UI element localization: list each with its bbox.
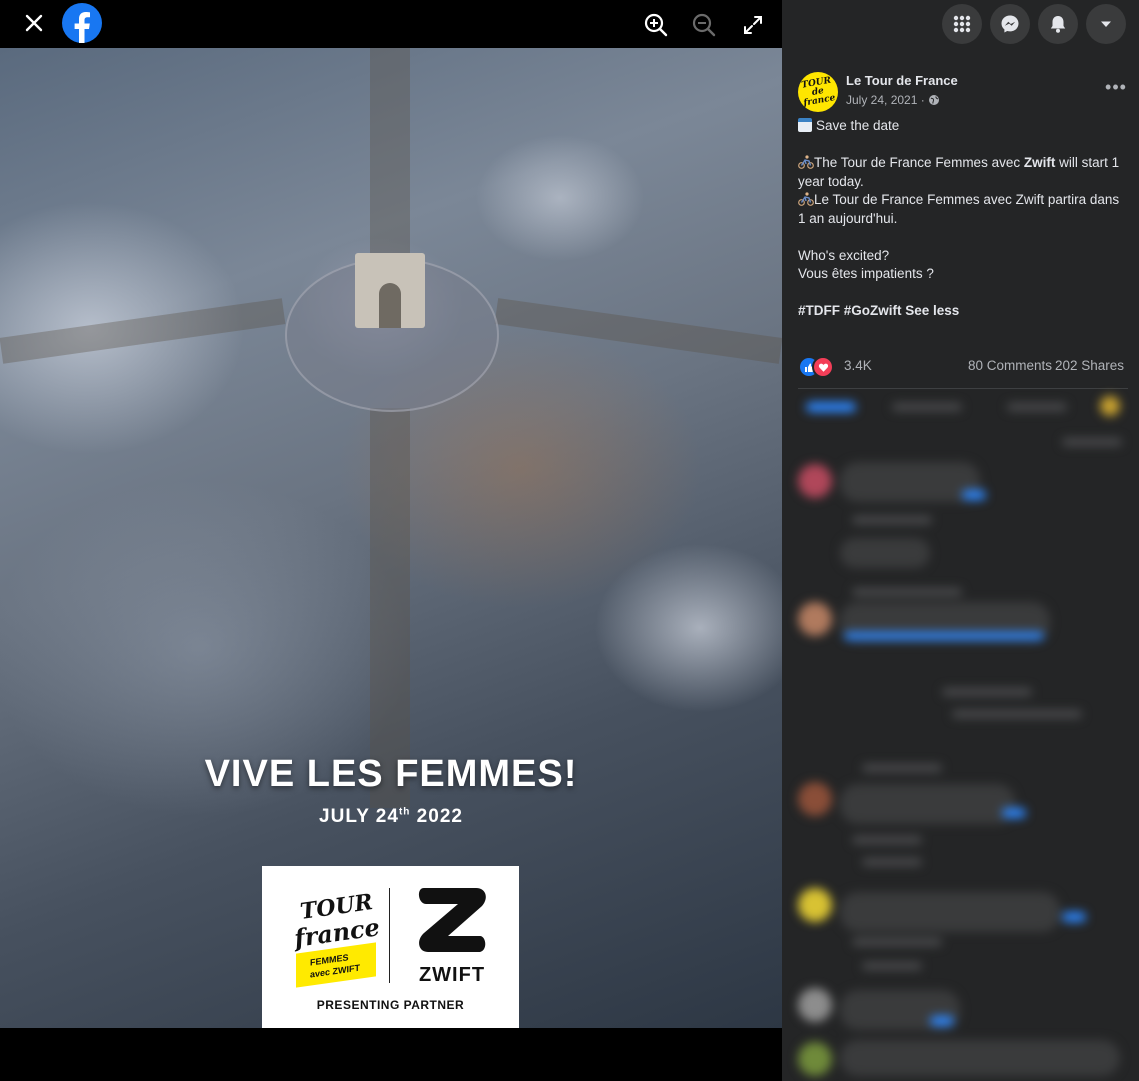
post-line4: Who's excited?	[798, 247, 890, 263]
post-line3: Le Tour de France Femmes avec Zwift part…	[798, 192, 1120, 226]
post-date-text: July 24, 2021 ·	[846, 93, 929, 107]
post-line5: Vous êtes impatients ?	[798, 266, 934, 281]
photo-date-main: JULY 24	[319, 806, 399, 827]
blurred-avatar	[798, 888, 832, 922]
avenue	[370, 408, 410, 808]
blurred-avatar	[1100, 396, 1120, 416]
close-icon[interactable]	[20, 9, 48, 37]
blurred-reaction	[962, 490, 986, 500]
calendar-icon	[798, 118, 812, 132]
blurred-meta	[862, 858, 922, 866]
avenue	[494, 298, 782, 364]
blurred-avatar	[798, 464, 832, 498]
cyclist-icon	[798, 155, 814, 169]
blurred-avatar	[798, 782, 832, 816]
photo-viewer: VIVE LES FEMMES! JULY 24th 2022 TOUR fra…	[0, 0, 782, 1081]
love-reaction-icon[interactable]	[812, 356, 834, 378]
post-line-french: Le Tour de France Femmes avec Zwift part…	[798, 191, 1128, 228]
partner-label: PRESENTING PARTNER	[316, 998, 465, 1012]
zoom-in-icon[interactable]	[643, 12, 669, 38]
side-toolbar	[782, 0, 1139, 48]
reactions-bar: 3.4K 80 Comments 202 Shares	[798, 355, 1128, 378]
post-hashtag-line: #TDFF #GoZwift See less	[798, 302, 1128, 321]
more-options-button[interactable]: •••	[1104, 78, 1128, 100]
zwift-z-mark	[418, 888, 486, 952]
blurred-meta	[942, 688, 1032, 696]
post-line-save-date: Save the date	[798, 117, 1128, 136]
blurred-comment	[840, 892, 1060, 932]
post-line2-bold: Zwift	[1023, 155, 1056, 170]
menu-grid-icon[interactable]	[942, 4, 982, 44]
blurred-meta	[852, 588, 962, 596]
post-side-panel: TOUR de france Le Tour de France July 24…	[782, 0, 1139, 1081]
blurred-link	[844, 632, 1044, 640]
blurred-meta	[852, 938, 942, 946]
logo-zwift-word: ZWIFT	[418, 964, 486, 986]
blurred-meta	[862, 764, 942, 772]
blurred-comments-region	[782, 388, 1139, 1081]
blurred-reaction	[930, 1016, 954, 1026]
post-date[interactable]: July 24, 2021 ·	[846, 93, 940, 107]
blurred-share-action	[1007, 403, 1067, 411]
page-name-link[interactable]: Le Tour de France	[846, 73, 958, 88]
blurred-avatar	[798, 1042, 832, 1076]
blurred-reply	[840, 538, 930, 568]
messenger-icon[interactable]	[990, 4, 1030, 44]
account-dropdown-icon[interactable]	[1086, 4, 1126, 44]
viewer-toolbar	[0, 0, 782, 48]
avenue	[0, 298, 286, 364]
tour-de-france-femmes-logo: TOUR france FEMMES avec ZWIFT	[292, 886, 381, 988]
photo-date-year: 2022	[410, 806, 463, 827]
blurred-meta	[862, 962, 922, 970]
see-less-link[interactable]: See less	[905, 303, 959, 318]
avatar[interactable]: TOUR de france	[798, 72, 838, 112]
blurred-reaction	[1062, 912, 1086, 922]
blurred-like-action	[806, 402, 856, 412]
hashtags-link[interactable]: #TDFF #GoZwift	[798, 303, 902, 318]
partner-logo-box: TOUR france FEMMES avec ZWIFT ZWIFT PRES…	[262, 866, 519, 1028]
post-photo: VIVE LES FEMMES! JULY 24th 2022 TOUR fra…	[0, 48, 782, 1028]
comments-count-link[interactable]: 80 Comments	[968, 358, 1052, 373]
blurred-comment-input	[840, 1040, 1120, 1076]
globe-icon	[929, 95, 940, 105]
reaction-count[interactable]: 3.4K	[844, 358, 872, 373]
blurred-comment	[840, 462, 980, 502]
post-line-english: The Tour de France Femmes avec Zwift wil…	[798, 154, 1128, 191]
post-line2-pre: The Tour de France Femmes avec	[814, 155, 1024, 170]
notifications-icon[interactable]	[1038, 4, 1078, 44]
blurred-sort	[1062, 438, 1122, 446]
post-line1: Save the date	[816, 118, 900, 133]
post-header: TOUR de france Le Tour de France July 24…	[798, 72, 1128, 116]
blurred-reaction	[1002, 808, 1026, 818]
photo-date: JULY 24th 2022	[0, 806, 782, 828]
arc-de-triomphe	[355, 253, 425, 328]
blurred-avatar	[798, 602, 832, 636]
blurred-avatar	[798, 988, 832, 1022]
blurred-meta	[852, 516, 932, 524]
blurred-comment-action	[892, 403, 962, 411]
blurred-meta	[952, 710, 1082, 718]
logo-divider	[389, 888, 390, 983]
post-text: Save the date The Tour de France Femmes …	[798, 117, 1128, 321]
zoom-out-icon[interactable]	[691, 12, 717, 38]
cyclist-icon	[798, 192, 814, 206]
facebook-logo-icon[interactable]	[62, 3, 102, 43]
shares-count-link[interactable]: 202 Shares	[1055, 358, 1124, 373]
blurred-comment	[840, 784, 1015, 824]
avatar-text: TOUR de france	[800, 75, 837, 109]
fullscreen-icon[interactable]	[740, 12, 766, 38]
photo-date-suffix: th	[398, 806, 411, 818]
zwift-logo: ZWIFT	[402, 880, 502, 990]
photo-headline: VIVE LES FEMMES!	[204, 753, 578, 795]
blurred-meta	[852, 836, 922, 844]
avenue	[370, 48, 410, 258]
